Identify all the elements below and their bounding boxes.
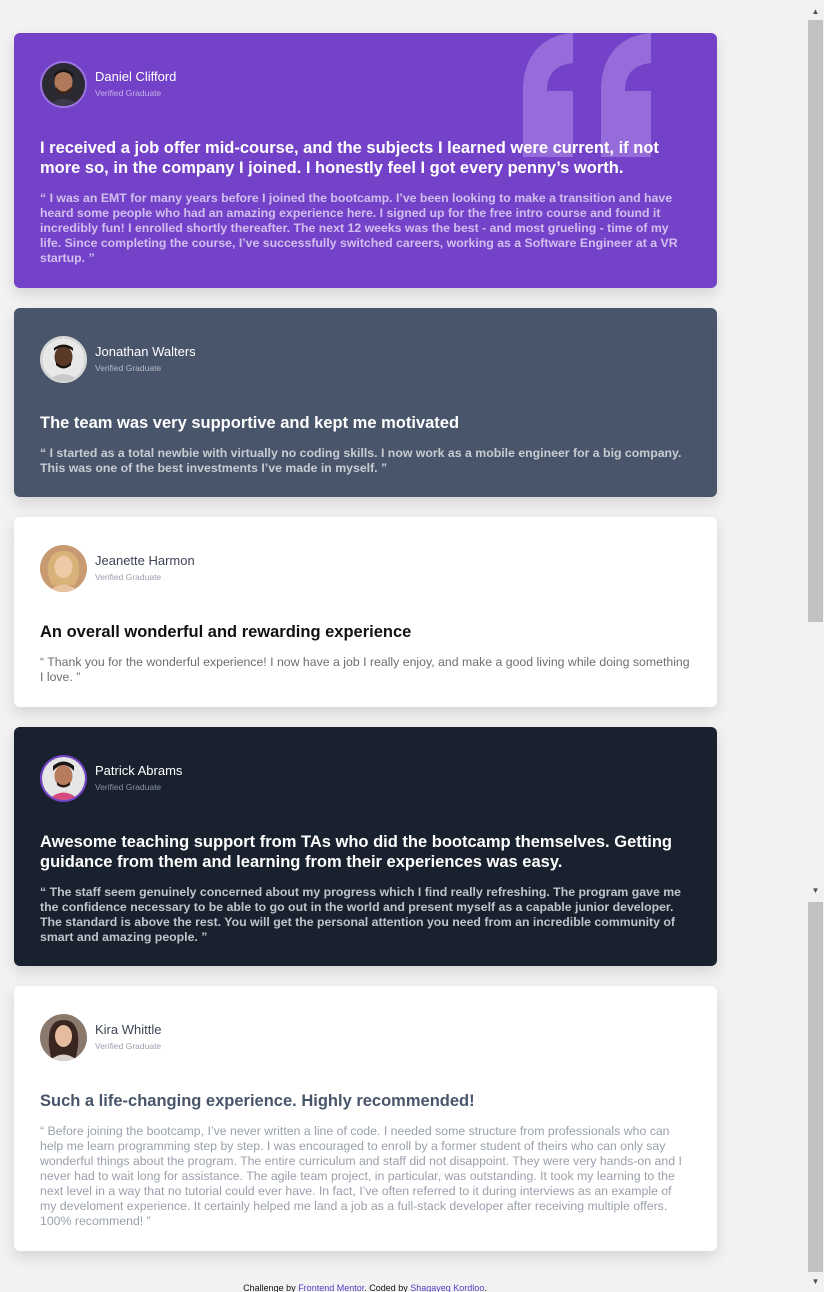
testimonial-headline: Such a life-changing experience. Highly … [40, 1092, 475, 1110]
testimonials-page: Daniel Clifford Verified Graduate I rece… [0, 0, 807, 1292]
scrollbar-thumb[interactable] [808, 20, 823, 622]
testimonial-headline: An overall wonderful and rewarding exper… [40, 623, 412, 641]
testimonial-card-jeanette: Jeanette Harmon Verified Graduate An ove… [14, 517, 717, 707]
attribution-suffix: . [484, 1283, 487, 1292]
testimonial-card-jonathan: Jonathan Walters Verified Graduate The t… [14, 308, 717, 497]
avatar [40, 335, 87, 383]
scrollbar-thumb-lower[interactable] [808, 902, 823, 1272]
author-name: Jonathan Walters [95, 344, 196, 359]
avatar [40, 60, 87, 108]
author-name: Jeanette Harmon [95, 553, 195, 568]
testimonial-card-daniel: Daniel Clifford Verified Graduate I rece… [14, 33, 717, 288]
author-role: Verified Graduate [95, 363, 162, 373]
author-name: Daniel Clifford [95, 69, 177, 84]
scroll-down-arrow-icon[interactable]: ▼ [807, 1274, 824, 1288]
testimonial-headline: The team was very supportive and kept me… [40, 414, 460, 432]
testimonial-body: “ I was an EMT for many years before I j… [40, 191, 678, 265]
author-link[interactable]: Shagayeq Kordloo [410, 1283, 484, 1292]
testimonial-headline: I received a job offer mid-course, and t… [40, 139, 659, 177]
testimonial-body: “ Before joining the bootcamp, I’ve neve… [40, 1124, 682, 1228]
avatar [40, 754, 87, 802]
attribution-middle: . Coded by [364, 1283, 411, 1292]
vertical-scrollbar[interactable]: ▲ ▼ ▼ [807, 0, 824, 1292]
author-name: Patrick Abrams [95, 763, 183, 778]
author-role: Verified Graduate [95, 572, 162, 582]
frontend-mentor-link[interactable]: Frontend Mentor [298, 1283, 364, 1292]
attribution-prefix: Challenge by [243, 1283, 299, 1292]
author-role: Verified Graduate [95, 1041, 162, 1051]
scroll-down-arrow-icon[interactable]: ▼ [807, 883, 824, 897]
author-name: Kira Whittle [95, 1022, 162, 1037]
scroll-up-arrow-icon[interactable]: ▲ [807, 4, 824, 18]
testimonial-body: “ I started as a total newbie with virtu… [40, 446, 682, 475]
testimonial-headline: Awesome teaching support from TAs who di… [40, 833, 672, 871]
testimonial-body: “ Thank you for the wonderful experience… [40, 655, 690, 684]
testimonial-card-patrick: Patrick Abrams Verified Graduate Awesome… [14, 727, 717, 966]
attribution: Challenge by Frontend Mentor. Coded by S… [0, 1283, 730, 1292]
testimonial-card-kira: Kira Whittle Verified Graduate Such a li… [14, 986, 717, 1251]
author-role: Verified Graduate [95, 782, 162, 792]
testimonial-body: “ The staff seem genuinely concerned abo… [40, 885, 681, 944]
author-role: Verified Graduate [95, 88, 162, 98]
avatar [40, 1013, 87, 1061]
avatar [40, 544, 87, 592]
